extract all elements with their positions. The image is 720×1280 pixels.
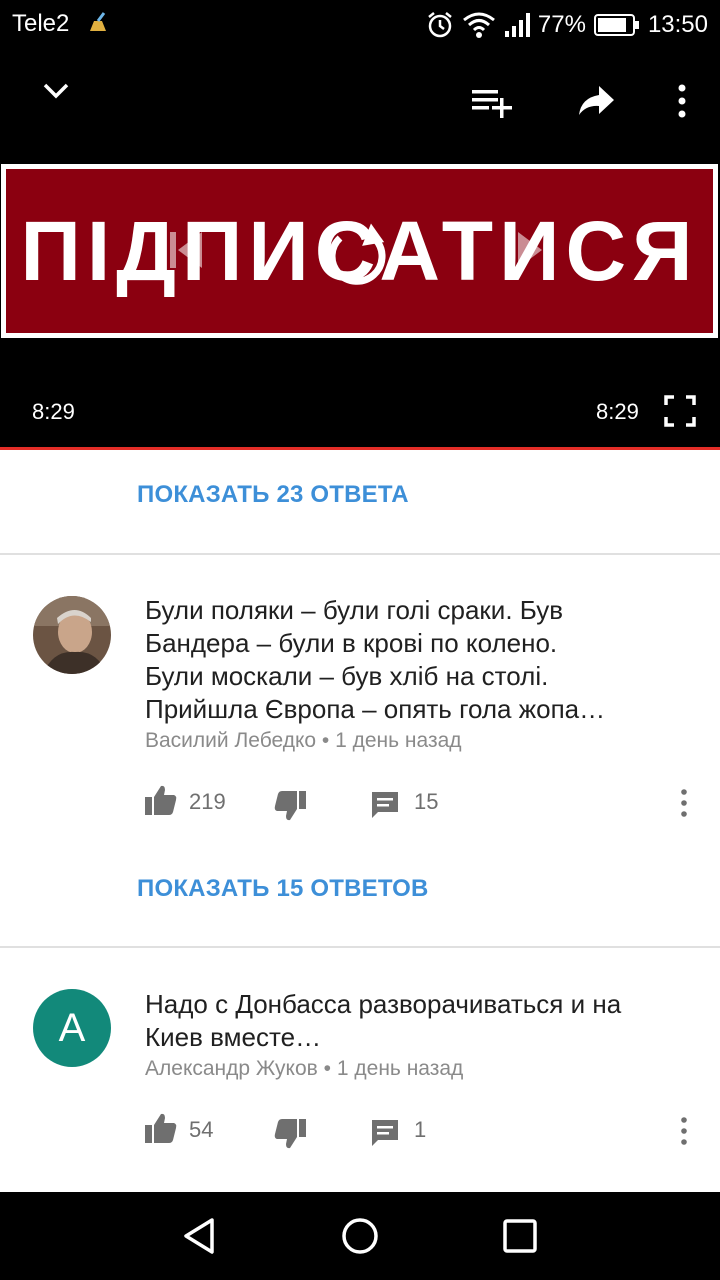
comment-line: Прийшла Європа – опять гола жопа… — [145, 694, 606, 724]
like-count: 54 — [189, 1117, 214, 1142]
like-count: 219 — [189, 789, 226, 814]
thumb-down-icon[interactable] — [273, 1118, 307, 1150]
recents-icon[interactable] — [498, 1214, 542, 1258]
avatar-photo — [33, 596, 111, 674]
chevron-down-icon[interactable] — [40, 78, 72, 102]
cleaner-icon — [90, 12, 106, 31]
comment-meta: Александр Жуков • 1 день назад — [145, 1057, 463, 1081]
battery-percent: 77% — [537, 11, 586, 38]
back-icon[interactable] — [178, 1214, 222, 1258]
comment-age: 1 день назад — [335, 729, 462, 752]
share-icon[interactable] — [576, 84, 616, 118]
thumb-down-icon[interactable] — [273, 790, 307, 822]
current-time: 8:29 — [32, 399, 75, 424]
comment-line: Надо с Донбасса разворачиваться и на — [145, 989, 622, 1019]
thumb-up-icon[interactable] — [144, 784, 178, 816]
video-player[interactable]: ПІДПИСАТИСЯ 8:29 8:29 — [0, 50, 720, 451]
alarm-icon — [428, 12, 452, 38]
clock: 13:50 — [647, 11, 708, 38]
thumb-up-icon[interactable] — [144, 1112, 178, 1144]
comments-section[interactable]: ПОКАЗАТЬ 23 ОТВЕТА Були поляки – були го… — [0, 450, 720, 1192]
playlist-add-icon[interactable] — [470, 86, 514, 120]
next-icon — [518, 232, 550, 268]
comment-icon[interactable] — [370, 1118, 400, 1148]
more-vert-icon[interactable] — [674, 83, 690, 119]
reply-count: 1 — [414, 1117, 427, 1142]
more-vert-icon[interactable] — [678, 1116, 690, 1146]
system-nav-bar — [0, 1192, 720, 1280]
meta-separator: • — [321, 729, 330, 752]
comment-age: 1 день назад — [336, 1057, 464, 1080]
comment-line: Киев вместе… — [145, 1022, 322, 1052]
avatar-letter: А — [33, 989, 111, 1067]
avatar[interactable]: А — [33, 989, 111, 1067]
previous-icon — [170, 232, 202, 268]
duration: 8:29 — [596, 399, 639, 424]
author-name[interactable]: Александр Жуков — [145, 1057, 318, 1080]
comment-meta: Василий Лебедко • 1 день назад — [145, 729, 462, 753]
show-replies-button[interactable]: ПОКАЗАТЬ 23 ОТВЕТА — [137, 481, 409, 509]
comment-line: Бандера – були в крові по колено. — [145, 628, 558, 658]
show-replies-button[interactable]: ПОКАЗАТЬ 15 ОТВЕТОВ — [137, 875, 429, 903]
comment-text: Були поляки – були голі сраки. Був Банде… — [145, 594, 685, 726]
more-vert-icon[interactable] — [678, 788, 690, 818]
divider — [0, 553, 720, 555]
comment-text: Надо с Донбасса разворачиваться и на Кие… — [145, 988, 685, 1054]
playback-controls — [170, 223, 550, 285]
comment-icon[interactable] — [370, 790, 400, 820]
home-icon[interactable] — [338, 1214, 382, 1258]
carrier-name: Tele2 — [12, 10, 70, 37]
status-icons: 77% 13:50 — [426, 10, 708, 40]
divider — [0, 946, 720, 948]
battery-icon — [593, 14, 639, 36]
author-name[interactable]: Василий Лебедко — [145, 729, 316, 752]
comment-line: Були поляки – були голі сраки. Був — [145, 595, 564, 625]
avatar[interactable] — [33, 596, 111, 674]
signal-icon — [504, 13, 530, 37]
reply-count: 15 — [414, 789, 439, 814]
comment-line: Були москали – був хліб на столі. — [145, 661, 549, 691]
meta-separator: • — [323, 1057, 332, 1080]
wifi-icon — [462, 12, 495, 38]
fullscreen-icon[interactable] — [664, 395, 696, 427]
replay-icon — [328, 223, 386, 285]
status-bar: Tele2 77% 13:50 — [0, 0, 720, 50]
